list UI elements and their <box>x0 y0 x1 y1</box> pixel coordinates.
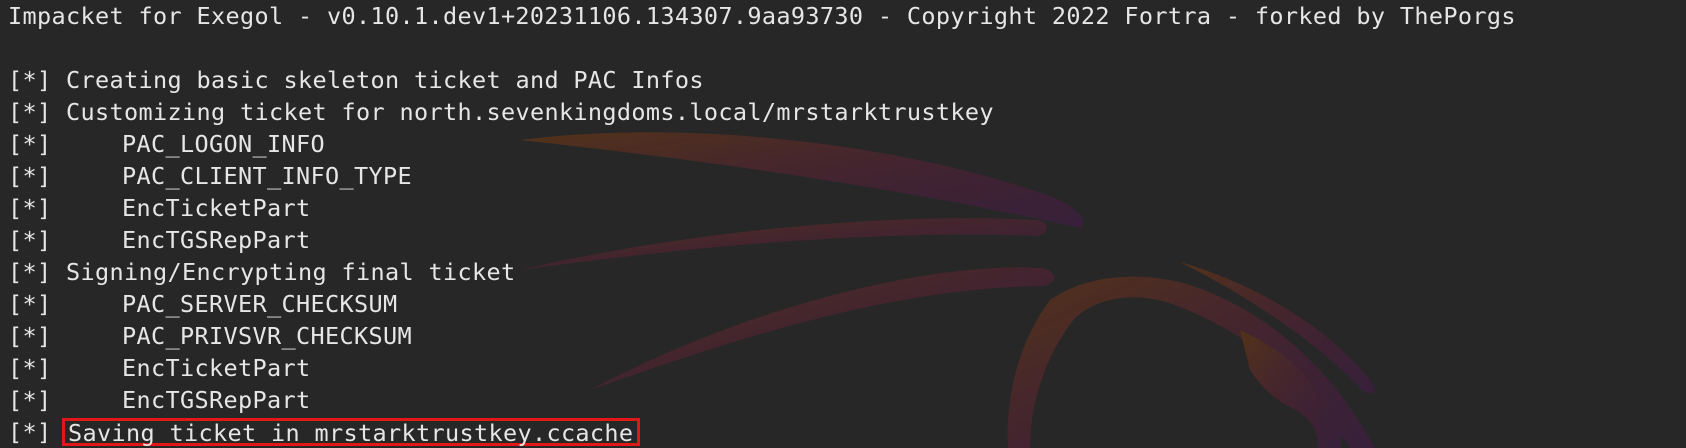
info-prefix: [*] <box>8 162 52 190</box>
output-line: [*] PAC_LOGON_INFO <box>8 128 1678 160</box>
output-line: [*] Saving ticket in mrstarktrustkey.cca… <box>8 416 1678 448</box>
output-line: [*] PAC_PRIVSVR_CHECKSUM <box>8 320 1678 352</box>
output-text: PAC_LOGON_INFO <box>122 130 325 158</box>
banner-line: Impacket for Exegol - v0.10.1.dev1+20231… <box>8 2 1516 30</box>
output-line: [*] Creating basic skeleton ticket and P… <box>8 64 1678 96</box>
terminal-output: Impacket for Exegol - v0.10.1.dev1+20231… <box>8 0 1678 448</box>
info-prefix: [*] <box>8 290 52 318</box>
output-text: Customizing ticket for north.sevenkingdo… <box>66 98 994 126</box>
output-text: Signing/Encrypting final ticket <box>66 258 516 286</box>
output-line: [*] PAC_SERVER_CHECKSUM <box>8 288 1678 320</box>
info-prefix: [*] <box>8 66 52 94</box>
output-text: EncTGSRepPart <box>122 386 311 414</box>
output-line: [*] EncTicketPart <box>8 192 1678 224</box>
info-prefix: [*] <box>8 194 52 222</box>
output-text: PAC_CLIENT_INFO_TYPE <box>122 162 412 190</box>
info-prefix: [*] <box>8 130 52 158</box>
output-line: [*] EncTicketPart <box>8 352 1678 384</box>
terminal-window[interactable]: Impacket for Exegol - v0.10.1.dev1+20231… <box>0 0 1686 448</box>
info-prefix: [*] <box>8 226 52 254</box>
info-prefix: [*] <box>8 354 52 382</box>
output-line: [*] EncTGSRepPart <box>8 384 1678 416</box>
info-prefix: [*] <box>8 258 52 286</box>
output-text: PAC_PRIVSVR_CHECKSUM <box>122 322 412 350</box>
info-prefix: [*] <box>8 418 52 446</box>
output-text: EncTGSRepPart <box>122 226 311 254</box>
info-prefix: [*] <box>8 386 52 414</box>
output-text: PAC_SERVER_CHECKSUM <box>122 290 398 318</box>
output-line: [*] PAC_CLIENT_INFO_TYPE <box>8 160 1678 192</box>
output-text: Creating basic skeleton ticket and PAC I… <box>66 66 704 94</box>
highlighted-output-text: Saving ticket in mrstarktrustkey.ccache <box>62 418 641 446</box>
info-prefix: [*] <box>8 322 52 350</box>
output-text: EncTicketPart <box>122 354 311 382</box>
output-line: [*] Signing/Encrypting final ticket <box>8 256 1678 288</box>
output-line: [*] EncTGSRepPart <box>8 224 1678 256</box>
output-line: [*] Customizing ticket for north.sevenki… <box>8 96 1678 128</box>
output-text: EncTicketPart <box>122 194 311 222</box>
info-prefix: [*] <box>8 98 52 126</box>
